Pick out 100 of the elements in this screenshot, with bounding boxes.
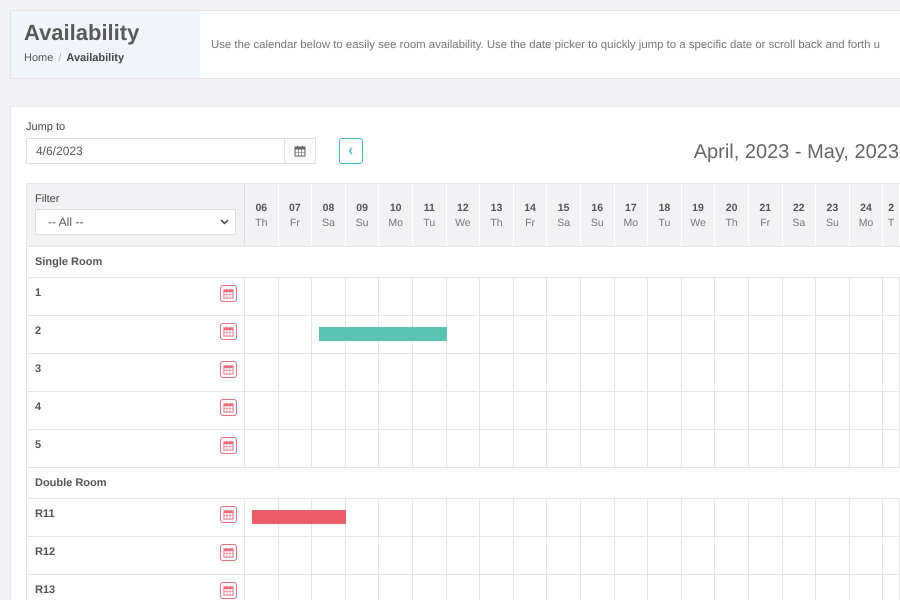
day-number: 19: [692, 202, 704, 214]
booked-cell[interactable]: [379, 316, 413, 353]
day-number: 21: [759, 202, 772, 214]
calendar-cell[interactable]: [682, 430, 716, 467]
room-name: 4: [35, 401, 42, 413]
day-number: 23: [826, 202, 838, 214]
room-calendar-button[interactable]: [220, 361, 237, 378]
calendar-cell[interactable]: [446, 316, 480, 353]
calendar-cell[interactable]: [682, 392, 716, 429]
breadcrumb-separator: /: [58, 52, 62, 64]
weekday-label: Th: [255, 216, 268, 228]
calendar-cell[interactable]: [850, 392, 884, 429]
weekday-label: Sa: [557, 216, 570, 228]
description-text: Use the calendar below to easily see room availability. Use the date picker to quickly jump to a specific date or scroll back and forth u: [210, 38, 880, 50]
weekday-label: We: [455, 216, 471, 228]
page-title: Availability: [24, 20, 140, 46]
date-range-title: April, 2023 - May, 2023: [694, 141, 899, 164]
weekday-label: Su: [590, 216, 604, 228]
room-name: 5: [35, 439, 42, 451]
calendar-icon: [223, 402, 234, 413]
day-number: 08: [322, 202, 334, 214]
calendar-cell[interactable]: [614, 430, 648, 467]
calendar-cell[interactable]: [446, 354, 480, 391]
weekday-label: Mo: [858, 216, 874, 228]
calendar-cell[interactable]: [850, 499, 884, 536]
booked-cell[interactable]: [278, 499, 312, 536]
filter-dropdown[interactable]: -- All --: [35, 209, 236, 235]
breadcrumb-link[interactable]: Availability: [66, 52, 124, 64]
calendar-cell[interactable]: [278, 537, 312, 574]
chevron-left-icon: [348, 147, 354, 155]
weekday-label: Th: [725, 216, 738, 228]
calendar-cell[interactable]: [614, 316, 648, 353]
calendar-cell[interactable]: [782, 537, 816, 574]
day-number: 06: [255, 202, 268, 214]
calendar-cell[interactable]: [682, 354, 716, 391]
calendar-cell[interactable]: [446, 430, 480, 467]
calendar-cell[interactable]: [446, 499, 480, 536]
weekday-label: Tu: [658, 216, 670, 228]
calendar-cell[interactable]: [782, 316, 816, 353]
day-number: 12: [457, 202, 469, 214]
calendar-cell[interactable]: [614, 499, 648, 536]
calendar-cell[interactable]: [446, 392, 480, 429]
weekday-label: Mo: [624, 216, 638, 228]
booked-cell[interactable]: [312, 499, 346, 536]
calendar-cell[interactable]: [682, 537, 716, 574]
date-field[interactable]: 4/6/2023: [26, 138, 316, 164]
calendar-cell[interactable]: [850, 316, 884, 353]
calendar-cell[interactable]: [850, 278, 884, 315]
calendar-cell[interactable]: [446, 537, 480, 574]
calendar-cell[interactable]: [614, 392, 648, 429]
calendar-cell[interactable]: [782, 499, 816, 536]
calendar-cell[interactable]: [782, 392, 816, 429]
calendar-icon: [223, 364, 234, 375]
room-calendar-button[interactable]: [220, 285, 237, 302]
room-type-label: Single Room: [35, 256, 102, 268]
calendar-cell[interactable]: [614, 278, 648, 315]
breadcrumb-link[interactable]: Home: [24, 52, 54, 64]
weekday-label: We: [690, 216, 706, 228]
room-calendar-button[interactable]: [220, 582, 237, 599]
weekday-label: Th: [490, 216, 503, 228]
booked-cell[interactable]: [346, 316, 380, 353]
calendar-cell[interactable]: [850, 430, 884, 467]
calendar-cell[interactable]: [278, 354, 312, 391]
weekday-label: Fr: [525, 216, 535, 228]
calendar-cell[interactable]: [278, 316, 312, 353]
room-calendar-button[interactable]: [220, 323, 237, 340]
day-number: 2: [888, 202, 894, 214]
calendar-cell[interactable]: [782, 430, 816, 467]
calendar-cell[interactable]: [682, 316, 716, 353]
calendar-cell[interactable]: [614, 354, 648, 391]
room-calendar-button[interactable]: [220, 399, 237, 416]
calendar-cell[interactable]: [614, 537, 648, 574]
calendar-icon: [223, 547, 234, 558]
calendar-cell[interactable]: [682, 499, 716, 536]
calendar-cell[interactable]: [278, 278, 312, 315]
calendar-cell[interactable]: [782, 278, 816, 315]
day-number: 22: [792, 202, 805, 214]
room-calendar-button[interactable]: [220, 544, 237, 561]
day-number: 10: [390, 202, 402, 214]
calendar-icon: [223, 326, 234, 337]
weekday-label: Tu: [423, 216, 436, 228]
calendar-cell[interactable]: [850, 537, 884, 574]
room-name: 2: [35, 325, 42, 337]
jump-to-label: Jump to: [26, 121, 66, 133]
booked-cell[interactable]: [412, 316, 447, 353]
calendar-cell[interactable]: [850, 354, 884, 391]
day-number: 24: [860, 202, 872, 214]
room-calendar-button[interactable]: [220, 437, 237, 454]
room-calendar-button[interactable]: [220, 506, 237, 523]
day-number: 20: [726, 202, 738, 214]
chevron-down-icon: [220, 219, 229, 225]
calendar-cell[interactable]: [446, 278, 480, 315]
calendar-cell[interactable]: [278, 430, 312, 467]
weekday-label: Su: [356, 216, 368, 228]
room-name: R12: [35, 546, 56, 558]
calendar-cell[interactable]: [278, 392, 312, 429]
calendar-cell[interactable]: [682, 278, 716, 315]
calendar-cell[interactable]: [782, 354, 816, 391]
previous-button[interactable]: [339, 138, 363, 164]
room-name: 3: [35, 363, 42, 375]
